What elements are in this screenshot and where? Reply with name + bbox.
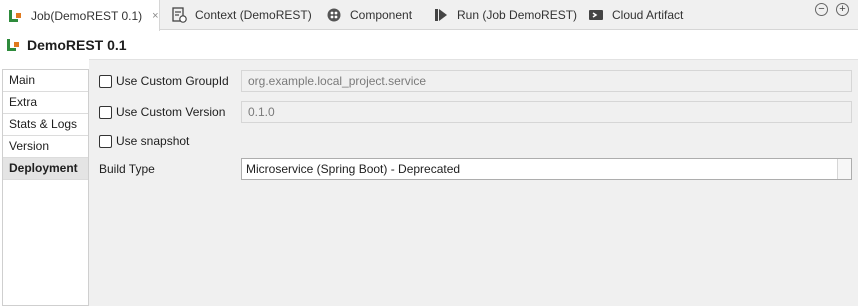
build-type-select[interactable]: Microservice (Spring Boot) - Deprecated	[241, 158, 852, 180]
tab-context[interactable]: Context (DemoREST)	[171, 0, 312, 30]
snapshot-checkbox[interactable]	[99, 134, 112, 148]
tab-cloud-artifact-label: Cloud Artifact	[612, 8, 684, 22]
tab-component[interactable]: Component	[326, 0, 412, 30]
context-icon	[171, 7, 187, 23]
custom-groupid-label: Use Custom GroupId	[116, 74, 229, 88]
custom-groupid-row: Use Custom GroupId	[89, 69, 229, 93]
groupid-field[interactable]: org.example.local_project.service	[241, 70, 852, 92]
build-type-label: Build Type	[99, 162, 155, 176]
editor-tab-bar: Job(DemoREST 0.1) × Context (DemoREST) C…	[0, 0, 858, 31]
tab-component-label: Component	[350, 8, 413, 22]
component-icon	[326, 7, 342, 23]
custom-version-checkbox[interactable]	[99, 105, 112, 119]
sidebar-item-extra[interactable]: Extra	[3, 92, 88, 114]
run-icon	[433, 7, 449, 23]
tab-job[interactable]: Job(DemoREST 0.1) ×	[0, 0, 160, 31]
tab-job-label: Job(DemoREST 0.1)	[31, 8, 143, 23]
custom-groupid-checkbox[interactable]	[99, 74, 112, 88]
build-type-row: Build Type	[89, 157, 155, 181]
version-field[interactable]: 0.1.0	[241, 101, 852, 123]
snapshot-label: Use snapshot	[116, 134, 190, 148]
snapshot-row: Use snapshot	[89, 129, 189, 153]
close-icon[interactable]: ×	[152, 10, 158, 22]
custom-version-row: Use Custom Version	[89, 100, 225, 124]
tab-context-label: Context (DemoREST)	[195, 8, 312, 22]
job-icon	[5, 37, 21, 53]
sidebar-item-deployment[interactable]: Deployment	[3, 158, 88, 180]
page-title: DemoREST 0.1	[27, 37, 127, 53]
tab-run[interactable]: Run (Job DemoREST)	[433, 0, 577, 30]
tab-run-label: Run (Job DemoREST)	[457, 8, 578, 22]
build-type-dropdown-button[interactable]	[837, 159, 851, 179]
deployment-panel: Use Custom GroupId org.example.local_pro…	[89, 59, 858, 306]
custom-version-label: Use Custom Version	[116, 105, 226, 119]
sidebar-item-stats-logs[interactable]: Stats & Logs	[3, 114, 88, 136]
job-icon	[7, 8, 23, 24]
editor-header: DemoREST 0.1	[0, 31, 858, 59]
sidebar-item-main[interactable]: Main	[3, 70, 88, 92]
sidebar-item-version[interactable]: Version	[3, 136, 88, 158]
settings-sidebar: Main Extra Stats & Logs Version Deployme…	[2, 69, 89, 306]
cloud-artifact-icon	[588, 7, 604, 23]
build-type-value: Microservice (Spring Boot) - Deprecated	[246, 162, 461, 176]
minimize-button[interactable]: −	[815, 3, 828, 16]
tab-cloud-artifact[interactable]: Cloud Artifact	[588, 0, 683, 30]
maximize-button[interactable]: +	[836, 3, 849, 16]
